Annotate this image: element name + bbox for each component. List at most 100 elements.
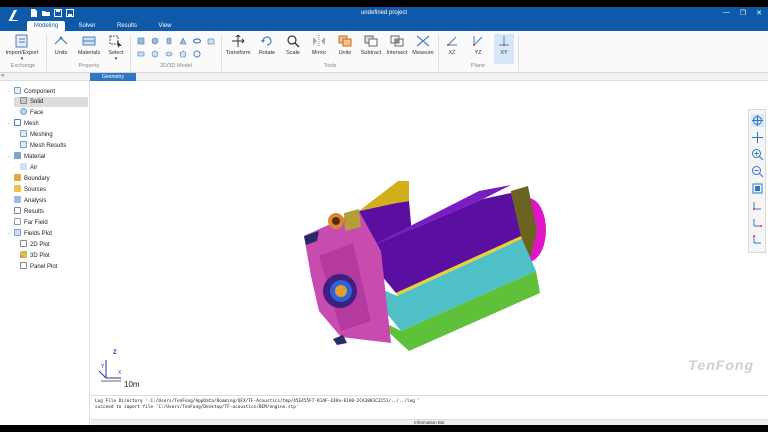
title-bar: undefined project — ❐ ✕ — [0, 7, 768, 26]
tree-item-face[interactable]: · Face — [14, 108, 88, 118]
tab-results[interactable]: Results — [112, 21, 142, 31]
collapse-panel-icon[interactable]: « — [1, 73, 4, 79]
materials-label: Materials — [77, 50, 101, 56]
box-icon[interactable] — [137, 37, 145, 45]
tree-label: Boundary — [24, 176, 50, 182]
transform-button[interactable]: Transform — [225, 34, 251, 56]
rotate-button[interactable]: Rotate — [256, 34, 278, 56]
results-icon — [14, 207, 21, 214]
torus-icon[interactable] — [193, 37, 201, 45]
analysis-icon — [14, 196, 21, 203]
tab-view[interactable]: View — [152, 21, 178, 31]
watermark-logo: TenFong — [688, 357, 754, 373]
group-separator — [438, 35, 439, 71]
tree-item-2d-plot[interactable]: 2D Plot — [14, 240, 88, 250]
tree-item-3d-plot[interactable]: 3D Plot — [14, 251, 88, 261]
scale-label: Scale — [286, 50, 300, 56]
ellipse-icon[interactable] — [165, 50, 173, 58]
view-yz-icon[interactable] — [751, 216, 764, 229]
meshing-icon — [20, 130, 27, 137]
prism-icon[interactable] — [207, 37, 215, 45]
group-label-plane: Plane — [470, 63, 486, 69]
window-title: undefined project — [360, 10, 408, 16]
scale-button[interactable]: Scale — [283, 34, 303, 56]
tree-item-material[interactable]: ▫ Material — [8, 152, 88, 162]
component-icon — [14, 87, 21, 94]
materials-button[interactable]: Materials — [76, 34, 102, 56]
select-button[interactable]: Select ▾ — [106, 34, 126, 62]
minimize-button[interactable]: — — [723, 9, 730, 17]
intersect-button[interactable]: Intersect — [385, 34, 409, 56]
ribbon-toolbar: Import/Export ▾ Exchange Units Materials… — [0, 31, 768, 73]
move-icon[interactable] — [751, 131, 764, 144]
view-xz-icon[interactable] — [751, 199, 764, 212]
tree-item-fields-plot[interactable]: ▫ Fields Plot — [8, 229, 88, 239]
intersect-label: Intersect — [386, 50, 408, 56]
group-separator — [221, 35, 222, 71]
cylinder-icon[interactable] — [165, 37, 173, 45]
units-button[interactable]: Units — [50, 34, 72, 56]
intersect-icon — [390, 35, 404, 47]
cone-icon[interactable] — [179, 37, 187, 45]
tab-modeling[interactable]: Modeling — [27, 21, 65, 31]
dropdown-arrow-icon: ▾ — [20, 56, 24, 62]
tree-item-mesh-results[interactable]: Mesh Results — [14, 141, 88, 151]
plane-xy-button[interactable]: XY — [494, 34, 514, 64]
far-field-icon — [14, 218, 21, 225]
tree-item-results[interactable]: Results — [8, 207, 88, 217]
tab-solver[interactable]: Solver — [72, 21, 102, 31]
mirror-button[interactable]: Mirror — [308, 34, 330, 56]
tree-item-sources[interactable]: Sources — [8, 185, 88, 195]
ring-icon[interactable] — [193, 50, 201, 58]
group-separator — [518, 35, 519, 71]
engine-model[interactable] — [91, 81, 768, 395]
model-tree: ▫ Component Solid · Face ▫ Mesh Meshing Mes… — [0, 81, 90, 425]
tab-geometry[interactable]: Geometry — [90, 73, 136, 81]
model-gear-hub — [332, 217, 340, 225]
tree-indent: · — [14, 110, 16, 116]
tree-item-analysis[interactable]: Analysis — [8, 196, 88, 206]
view-xy-icon[interactable] — [751, 233, 764, 246]
group-separator — [46, 35, 47, 71]
pan-icon[interactable] — [751, 114, 764, 127]
plane-xy-label: XY — [500, 50, 508, 56]
axis-x-label: X — [118, 370, 122, 376]
tree-item-air[interactable]: · Air — [14, 163, 88, 173]
maximize-button[interactable]: ❐ — [740, 9, 746, 17]
subtract-button[interactable]: Subtract — [359, 34, 383, 56]
unite-button[interactable]: Unite — [335, 34, 355, 56]
view-toolbar — [748, 109, 766, 253]
document-tab-row: « Geometry — [0, 73, 768, 81]
zoom-in-icon[interactable] — [751, 148, 764, 161]
3d-viewport[interactable]: Z Y X 10m TenFong — [91, 81, 768, 395]
group-label-tools: Tools — [323, 63, 337, 69]
rectangle-icon[interactable] — [137, 50, 145, 58]
tree-item-far-field[interactable]: Far Field — [8, 218, 88, 228]
select-icon — [109, 35, 122, 48]
plot-2d-icon — [20, 240, 27, 247]
tree-item-boundary[interactable]: Boundary — [8, 174, 88, 184]
fit-view-icon[interactable] — [751, 182, 764, 195]
tree-item-solid[interactable]: Solid — [14, 97, 88, 107]
import-export-button[interactable]: Import/Export ▾ — [3, 34, 41, 62]
polygon-icon[interactable] — [179, 50, 187, 58]
circle-icon[interactable] — [151, 50, 159, 58]
measure-button[interactable]: Measure — [411, 34, 435, 56]
group-label-property: Property — [78, 63, 100, 69]
information-bar: Information Bar — [91, 419, 768, 425]
tree-label: Mesh — [24, 121, 39, 127]
tree-label: Air — [30, 165, 38, 171]
zoom-out-icon[interactable] — [751, 165, 764, 178]
tree-item-mesh[interactable]: ▫ Mesh — [8, 119, 88, 129]
plane-xz-label: XZ — [448, 50, 456, 56]
plane-yz-button[interactable]: YZ — [468, 34, 488, 56]
tree-item-component[interactable]: ▫ Component — [8, 87, 88, 97]
sphere-icon[interactable] — [151, 37, 159, 45]
plane-xz-button[interactable]: XZ — [442, 34, 462, 56]
close-button[interactable]: ✕ — [756, 9, 762, 17]
log-panel[interactable]: Log File Directory ' C:/Users/TenFong/Ap… — [91, 395, 768, 419]
tree-item-panel-plot[interactable]: Panel Plot — [14, 262, 88, 272]
dropdown-arrow-icon: ▾ — [114, 56, 118, 62]
tree-item-meshing[interactable]: Meshing — [14, 130, 88, 140]
subtract-icon — [364, 35, 378, 47]
